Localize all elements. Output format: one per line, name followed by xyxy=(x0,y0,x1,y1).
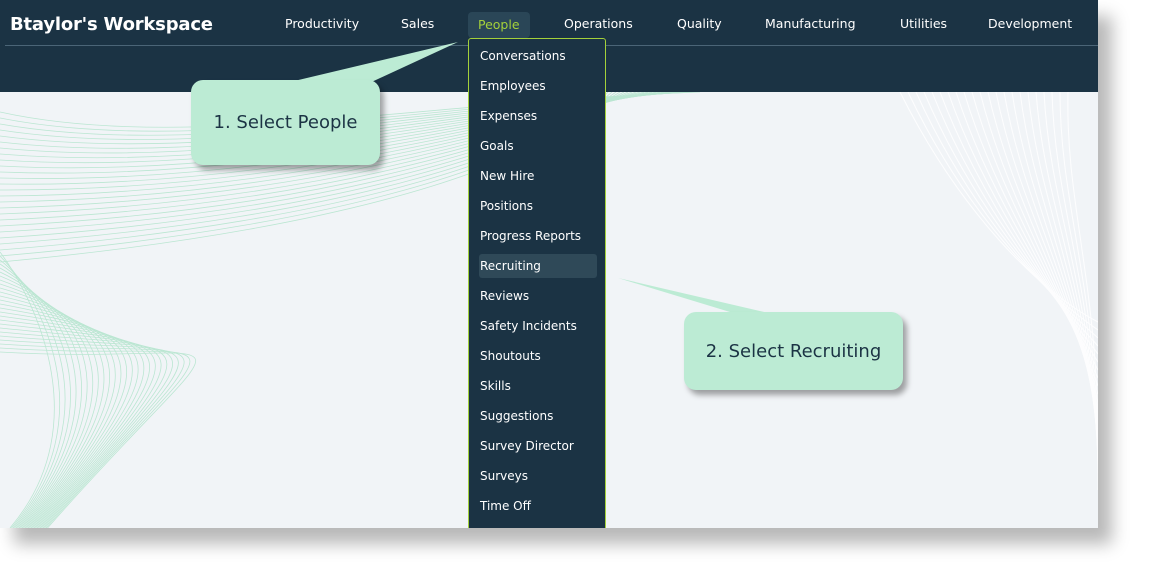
menu-item-goals[interactable]: Goals xyxy=(479,134,597,158)
menu-item-suggestions[interactable]: Suggestions xyxy=(479,404,597,428)
menu-item-safety-incidents[interactable]: Safety Incidents xyxy=(479,314,597,338)
nav-development[interactable]: Development xyxy=(988,16,1072,31)
nav-manufacturing[interactable]: Manufacturing xyxy=(765,16,856,31)
nav-operations[interactable]: Operations xyxy=(564,16,633,31)
menu-item-recruiting[interactable]: Recruiting xyxy=(479,254,597,278)
nav-productivity[interactable]: Productivity xyxy=(285,16,359,31)
menu-item-expenses[interactable]: Expenses xyxy=(479,104,597,128)
workspace-title: Btaylor's Workspace xyxy=(10,14,213,35)
menu-item-progress-reports[interactable]: Progress Reports xyxy=(479,224,597,248)
menu-item-conversations[interactable]: Conversations xyxy=(479,44,597,68)
menu-item-positions[interactable]: Positions xyxy=(479,194,597,218)
menu-item-reviews[interactable]: Reviews xyxy=(479,284,597,308)
menu-item-time-off[interactable]: Time Off xyxy=(479,494,597,518)
menu-item-survey-director[interactable]: Survey Director xyxy=(479,434,597,458)
people-dropdown-menu: Conversations Employees Expenses Goals N… xyxy=(468,38,606,528)
menu-item-skills[interactable]: Skills xyxy=(479,374,597,398)
callout-step-1: 1. Select People xyxy=(191,80,380,165)
nav-people[interactable]: People xyxy=(468,12,530,38)
menu-item-surveys[interactable]: Surveys xyxy=(479,464,597,488)
nav-sales[interactable]: Sales xyxy=(401,16,434,31)
menu-item-new-hire[interactable]: New Hire xyxy=(479,164,597,188)
menu-item-employees[interactable]: Employees xyxy=(479,74,597,98)
menu-item-shoutouts[interactable]: Shoutouts xyxy=(479,344,597,368)
callout-step-2: 2. Select Recruiting xyxy=(684,312,903,390)
app-window: Btaylor's Workspace Productivity Sales P… xyxy=(0,0,1098,528)
nav-utilities[interactable]: Utilities xyxy=(900,16,947,31)
nav-quality[interactable]: Quality xyxy=(677,16,722,31)
